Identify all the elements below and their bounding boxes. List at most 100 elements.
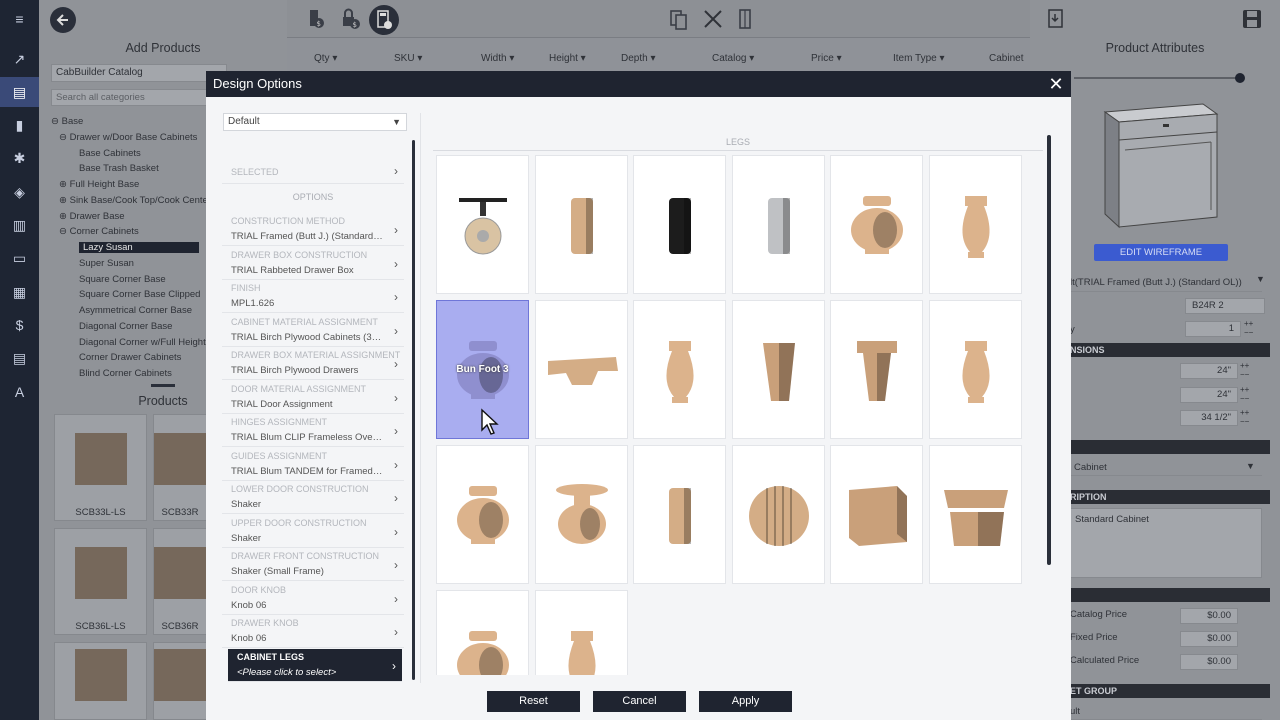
leg-image: [437, 156, 529, 294]
preset-select[interactable]: Default ▼: [223, 113, 407, 131]
leg-tile[interactable]: [731, 300, 825, 439]
option-row[interactable]: CONSTRUCTION METHOD TRIAL Framed (Butt J.…: [222, 213, 404, 246]
product-thumbnail[interactable]: SCB33R: [153, 414, 207, 521]
close-button[interactable]: ✕: [1047, 71, 1065, 97]
grid-scrollbar[interactable]: [1047, 135, 1051, 565]
column-header[interactable]: Cabinet: [989, 53, 1023, 64]
option-row[interactable]: LOWER DOOR CONSTRUCTION Shaker ›: [222, 481, 404, 514]
document-icon[interactable]: [1048, 9, 1064, 29]
option-row[interactable]: DRAWER FRONT CONSTRUCTION Shaker (Small F…: [222, 548, 404, 581]
layers-icon[interactable]: ◈: [0, 177, 39, 207]
height-field[interactable]: 34 1/2": [1180, 410, 1238, 426]
product-thumbnail[interactable]: [153, 642, 207, 720]
column-header[interactable]: Item Type ▾: [893, 53, 945, 64]
chevron-down-icon: ▼: [1246, 461, 1255, 471]
apply-button[interactable]: Apply: [699, 691, 792, 712]
option-row[interactable]: HINGES ASSIGNMENT TRIAL Blum CLIP Framele…: [222, 414, 404, 447]
product-thumbnail[interactable]: SCB36R: [153, 528, 207, 635]
leg-tile[interactable]: [633, 445, 726, 584]
product-thumbnail[interactable]: SCB33L-LS: [54, 414, 147, 521]
chevron-right-icon: ›: [394, 390, 398, 405]
option-row[interactable]: DRAWER KNOB Knob 06 ›: [222, 615, 404, 648]
tools-icon[interactable]: ✱: [0, 144, 39, 174]
option-value: TRIAL Framed (Butt J.) (Standard OL): [231, 231, 383, 242]
chevron-right-icon: ›: [394, 591, 398, 606]
option-row[interactable]: DOOR KNOB Knob 06 ›: [222, 582, 404, 615]
option-row[interactable]: DRAWER BOX MATERIAL ASSIGNMENT TRIAL Birc…: [222, 347, 404, 380]
group-select[interactable]: ult: [1070, 704, 1262, 720]
qty-stepper[interactable]: ++ −−: [1244, 319, 1253, 337]
fixed-price-label: Fixed Price: [1070, 632, 1118, 643]
option-value: Knob 06: [231, 633, 267, 644]
option-row[interactable]: FINISH MPL1.626 ›: [222, 280, 404, 313]
option-row[interactable]: GUIDES ASSIGNMENT TRIAL Blum TANDEM for F…: [222, 448, 404, 481]
depth-field[interactable]: 24": [1180, 387, 1238, 403]
leg-tile[interactable]: [928, 155, 1022, 294]
zoom-slider[interactable]: [1074, 77, 1240, 79]
leg-label: Bun Foot 3: [456, 364, 509, 375]
zoom-slider-handle[interactable]: [1235, 73, 1245, 83]
selected-row[interactable]: SELECTED ›: [222, 158, 404, 184]
width-field[interactable]: 24": [1180, 363, 1238, 379]
leg-image: [733, 446, 825, 584]
option-row[interactable]: DOOR MATERIAL ASSIGNMENT TRIAL Door Assig…: [222, 381, 404, 414]
column-header[interactable]: Catalog ▾: [712, 53, 754, 64]
option-row[interactable]: CABINET LEGS <Please click to select> ›: [228, 648, 402, 682]
calculated-price-field[interactable]: $0.00: [1180, 654, 1238, 670]
leg-tile[interactable]: [830, 445, 923, 584]
cabinet-image: [74, 648, 127, 701]
text-icon[interactable]: A: [0, 377, 39, 407]
save-icon[interactable]: [1242, 9, 1262, 29]
copy-icon[interactable]: ▤: [0, 344, 39, 374]
layout-icon[interactable]: ▭: [0, 244, 39, 274]
qty-field[interactable]: 1: [1185, 321, 1241, 337]
column-header[interactable]: Price ▾: [811, 53, 842, 64]
leg-tile[interactable]: [534, 445, 628, 584]
type-select[interactable]: Cabinet: [1070, 459, 1262, 476]
leg-tile[interactable]: [731, 155, 825, 294]
depth-stepper[interactable]: ++ −−: [1240, 385, 1249, 403]
book-icon[interactable]: ▮: [0, 111, 39, 141]
dollar-icon[interactable]: $: [0, 310, 39, 340]
column-header-label: Cabinet: [989, 53, 1024, 64]
leg-tile[interactable]: [633, 155, 726, 294]
grid-icon[interactable]: ▦: [0, 277, 39, 307]
leg-tile[interactable]: [436, 590, 529, 675]
column-header[interactable]: Height ▾: [549, 53, 586, 64]
width-stepper[interactable]: ++ −−: [1240, 361, 1249, 379]
column-header[interactable]: Width ▾: [481, 53, 514, 64]
column-header[interactable]: Qty ▾: [314, 53, 337, 64]
description-field[interactable]: Standard Cabinet: [1070, 508, 1262, 578]
leg-tile[interactable]: [928, 445, 1022, 584]
leg-tile[interactable]: [731, 445, 825, 584]
product-thumbnail[interactable]: SCB36L-LS: [54, 528, 147, 635]
reset-button[interactable]: Reset: [487, 691, 580, 712]
list-icon[interactable]: ▥: [0, 211, 39, 241]
options-scrollbar[interactable]: [412, 140, 415, 680]
column-header[interactable]: Depth ▾: [621, 53, 656, 64]
height-stepper[interactable]: ++ −−: [1240, 408, 1249, 426]
leg-tile[interactable]: [633, 300, 726, 439]
document-icon[interactable]: ▤: [0, 77, 39, 108]
leg-tile[interactable]: [436, 445, 529, 584]
option-value: TRIAL Rabbeted Drawer Box: [231, 264, 354, 276]
fixed-price-field[interactable]: $0.00: [1180, 631, 1238, 647]
leg-tile[interactable]: [436, 155, 529, 294]
option-row[interactable]: CABINET MATERIAL ASSIGNMENT TRIAL Birch P…: [222, 314, 404, 347]
catalog-price-field[interactable]: $0.00: [1180, 608, 1238, 624]
product-thumbnail[interactable]: [54, 642, 147, 720]
edit-wireframe-button[interactable]: EDIT WIREFRAME: [1094, 244, 1228, 261]
sku-field[interactable]: B24R 2: [1185, 298, 1265, 314]
cancel-button[interactable]: Cancel: [593, 691, 686, 712]
leg-tile[interactable]: [534, 155, 628, 294]
leg-tile[interactable]: [830, 300, 923, 439]
construction-select[interactable]: lt(TRIAL Framed (Butt J.) (Standard OL)): [1070, 274, 1262, 292]
option-value: <Please click to select>: [237, 666, 337, 678]
option-row[interactable]: DRAWER BOX CONSTRUCTION TRIAL Rabbeted Dr…: [222, 247, 404, 280]
leg-tile[interactable]: [534, 300, 628, 439]
option-row[interactable]: UPPER DOOR CONSTRUCTION Shaker ›: [222, 515, 404, 548]
column-header[interactable]: SKU ▾: [394, 53, 422, 64]
leg-tile[interactable]: [928, 300, 1022, 439]
leg-tile[interactable]: [830, 155, 923, 294]
leg-tile[interactable]: [534, 590, 628, 675]
